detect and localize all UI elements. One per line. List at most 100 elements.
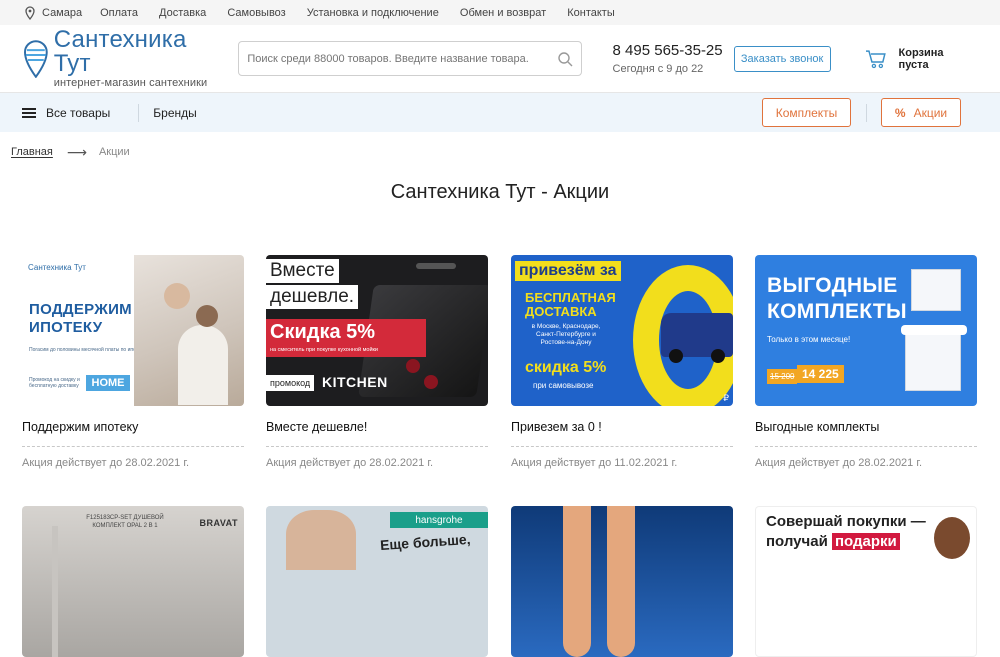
banner-gift-highlight: подарки — [831, 533, 900, 550]
vanity-image — [905, 333, 961, 391]
promo-button[interactable]: % Акции — [881, 98, 961, 127]
pomegranate-image — [406, 359, 420, 373]
promo-card[interactable]: hansgrohe Еще больше, — [266, 506, 488, 657]
site-logo[interactable]: Сантехника Тут интернет-магазин сантехни… — [24, 28, 228, 89]
promo-banner-gifts[interactable]: Совершай покупки — получай подарки — [755, 506, 977, 657]
divider — [511, 446, 733, 447]
banner-free-delivery: БЕСПЛАТНАЯ ДОСТАВКА — [525, 290, 616, 319]
banner-headline: ВЫГОДНЫЕ КОМПЛЕКТЫ — [767, 274, 907, 323]
promo-card[interactable]: ВЫГОДНЫЕ КОМПЛЕКТЫ Только в этом месяце! … — [755, 255, 977, 469]
percent-icon: % — [894, 105, 906, 120]
promo-card[interactable]: Вместе дешевле. Скидка 5% на смеситель п… — [266, 255, 488, 469]
promo-title[interactable]: Выгодные комплекты — [755, 420, 977, 446]
promo-title[interactable]: Вместе дешевле! — [266, 420, 488, 446]
phone-number[interactable]: 8 495 565-35-25 — [613, 42, 734, 59]
promo-banner-hansgrohe[interactable]: hansgrohe Еще больше, — [266, 506, 488, 657]
banner-headline: ПОДДЕРЖИМ ИПОТЕКУ — [29, 301, 132, 336]
top-nav-returns[interactable]: Обмен и возврат — [460, 7, 546, 19]
banner-old-price: 15 200 — [767, 369, 798, 384]
banner-promo-code: KITCHEN — [322, 374, 388, 390]
brands-link[interactable]: Бренды — [153, 106, 196, 120]
promo-banner-legs[interactable] — [511, 506, 733, 657]
banner-subtitle: Только в этом месяце! — [767, 335, 851, 344]
promo-banner-together[interactable]: Вместе дешевле. Скидка 5% на смеситель п… — [266, 255, 488, 406]
promo-card[interactable]: привезём за БЕСПЛАТНАЯ ДОСТАВКА в Москве,… — [511, 255, 733, 469]
top-nav-delivery[interactable]: Доставка — [159, 7, 206, 19]
top-nav-installation[interactable]: Установка и подключение — [307, 7, 439, 19]
promo-card[interactable] — [511, 506, 733, 657]
navbar-divider-2 — [866, 104, 867, 122]
promo-card[interactable]: Сантехника Тут ПОДДЕРЖИМ ИПОТЕКУ Погасим … — [22, 255, 244, 469]
promo-card[interactable]: F125183CP-SET ДУШЕВОЙ КОМПЛЕКТ OPAL 2 В … — [22, 506, 244, 657]
divider — [755, 446, 977, 447]
ruble-icon: ₽ — [723, 393, 729, 403]
phone-block: 8 495 565-35-25 Сегодня с 9 до 22 — [613, 42, 734, 75]
site-header: Сантехника Тут интернет-магазин сантехни… — [0, 25, 1000, 93]
promo-banner-delivery[interactable]: привезём за БЕСПЛАТНАЯ ДОСТАВКА в Москве,… — [511, 255, 733, 406]
promo-banner-kits[interactable]: ВЫГОДНЫЕ КОМПЛЕКТЫ Только в этом месяце! … — [755, 255, 977, 406]
banner-text: Еще больше, — [379, 530, 471, 554]
mirror-cabinet-image — [911, 269, 961, 311]
page-title: Сантехника Тут - Акции — [390, 181, 610, 203]
banner-discount-strip: Скидка 5% на смеситель при покупке кухон… — [266, 319, 426, 357]
menu-icon[interactable] — [22, 107, 36, 118]
kits-button[interactable]: Комплекты — [762, 98, 851, 127]
top-nav: Оплата Доставка Самовывоз Установка и по… — [100, 7, 633, 19]
banner-promo-label: промокод — [266, 375, 315, 391]
promo-button-label: Акции — [913, 105, 948, 120]
legs-photo — [563, 506, 591, 657]
banner-note: Промокод на скидку и бесплатную доставку — [29, 377, 80, 389]
top-bar: Самара Оплата Доставка Самовывоз Установ… — [0, 0, 1000, 25]
shower-pipe-image — [52, 526, 58, 657]
working-hours: Сегодня с 9 до 22 — [612, 63, 704, 75]
promo-date: Акция действует до 11.02.2021 г. — [511, 457, 678, 469]
banner-line-2: получай подарки — [766, 533, 900, 550]
promo-date: Акция действует до 28.02.2021 г. — [755, 457, 923, 469]
banner-mini-logo: Сантехника Тут — [28, 263, 86, 272]
divider — [22, 446, 244, 447]
search-box — [238, 41, 582, 76]
banner-subtitle: Погасим до половины месячной платы по ип… — [29, 347, 146, 353]
banner-line-2: дешевле. — [266, 285, 359, 309]
cart-icon — [865, 49, 886, 68]
all-goods-link[interactable]: Все товары — [46, 106, 110, 120]
woman-photo — [286, 510, 356, 570]
city-selector[interactable]: Самара — [42, 7, 82, 19]
search-icon[interactable] — [557, 51, 573, 67]
banner-discount: скидка 5% — [525, 359, 607, 376]
logo-subtitle: интернет-магазин сантехники — [53, 77, 208, 89]
logo-title: Сантехника Тут — [53, 26, 187, 77]
promo-title[interactable]: Привезем за 0 ! — [511, 420, 733, 446]
top-nav-payment[interactable]: Оплата — [100, 7, 138, 19]
callback-button[interactable]: Заказать звонок — [733, 45, 831, 72]
location-pin-icon — [25, 5, 35, 20]
top-nav-contacts[interactable]: Контакты — [567, 7, 615, 19]
banner-pickup: при самовывозе — [533, 381, 594, 390]
banner-new-price: 14 225 — [797, 365, 844, 383]
promo-title[interactable]: Поддержим ипотеку — [22, 420, 244, 446]
breadcrumb-current: Акции — [98, 146, 130, 158]
banner-headline: привезём за — [515, 261, 621, 281]
arrow-right-icon: ⟶ — [66, 143, 87, 160]
banner-brand: hansgrohe — [390, 512, 488, 528]
top-nav-pickup[interactable]: Самовывоз — [227, 7, 285, 19]
faucet-image — [416, 263, 456, 269]
banner-product-text: F125183CP-SET ДУШЕВОЙ КОМПЛЕКТ OPAL 2 В … — [86, 515, 164, 529]
promo-date: Акция действует до 28.02.2021 г. — [22, 457, 190, 469]
promo-card[interactable]: Совершай покупки — получай подарки — [755, 506, 977, 657]
family-photo — [134, 255, 244, 406]
promo-banner-shower-set[interactable]: F125183CP-SET ДУШЕВОЙ КОМПЛЕКТ OPAL 2 В … — [22, 506, 244, 657]
breadcrumb-home[interactable]: Главная — [11, 146, 53, 158]
legs-photo — [607, 506, 635, 657]
cart-status: Корзина пуста — [898, 46, 944, 71]
breadcrumb: Главная ⟶ Акции — [0, 132, 1000, 172]
banner-brand: BRAVAT — [199, 518, 238, 528]
catalog-navbar: Все товары Бренды Комплекты % Акции — [0, 93, 1000, 132]
search-input[interactable] — [239, 42, 557, 75]
banner-discount: Скидка 5% — [270, 321, 376, 343]
basin-image — [901, 325, 967, 335]
cart-link[interactable]: Корзина пуста — [865, 47, 976, 71]
banner-line-1: Совершай покупки — — [766, 513, 926, 530]
promo-date: Акция действует до 28.02.2021 г. — [266, 457, 434, 469]
promo-banner-mortgage[interactable]: Сантехника Тут ПОДДЕРЖИМ ИПОТЕКУ Погасим … — [22, 255, 244, 406]
